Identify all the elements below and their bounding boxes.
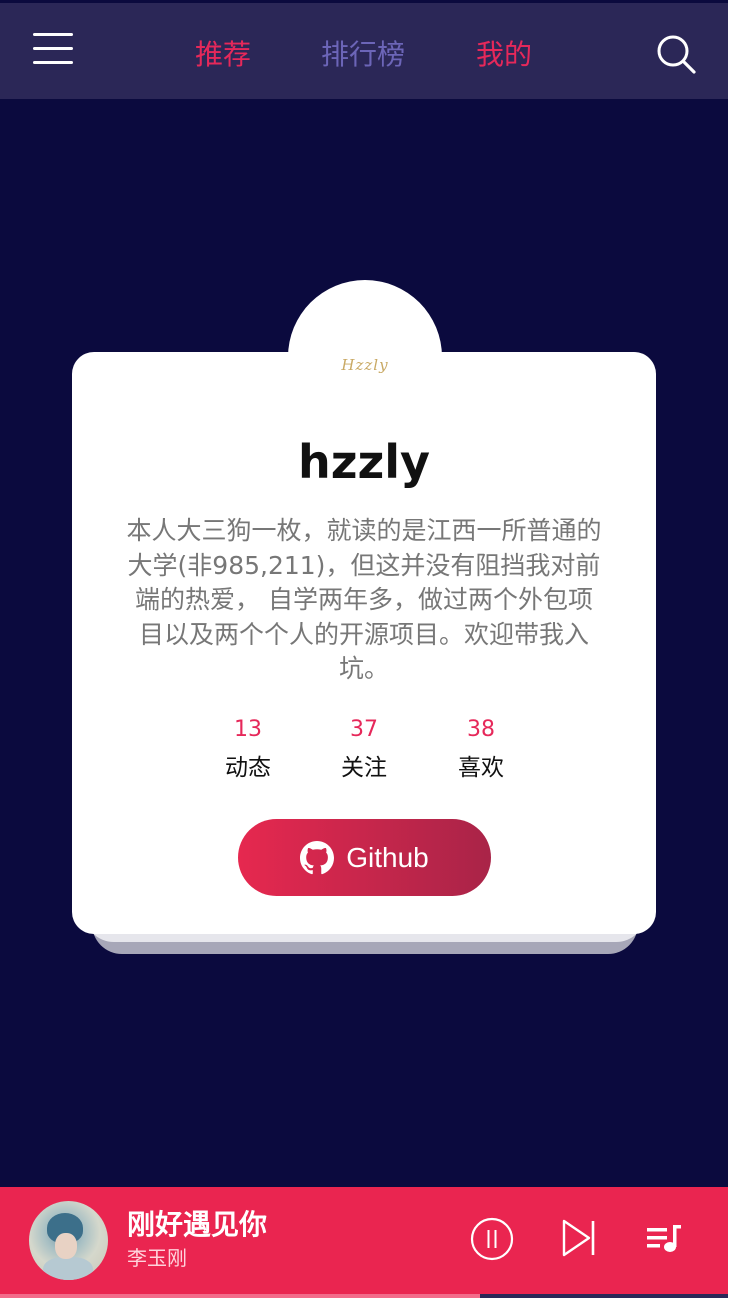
pause-icon[interactable]	[470, 1217, 514, 1261]
stat-likes[interactable]: 38 喜欢	[431, 716, 531, 784]
stat-posts-count: 13	[234, 717, 262, 742]
song-title: 刚好遇见你	[127, 1208, 268, 1241]
app-root: 推荐 排行榜 我的 Hzzly hzzly 本人大三狗一枚，就读的是江西一所普通…	[0, 0, 728, 1298]
hamburger-menu-icon[interactable]	[30, 31, 76, 67]
stat-likes-label: 喜欢	[458, 755, 504, 781]
playback-progress-bar[interactable]	[0, 1294, 728, 1298]
github-icon	[300, 840, 335, 874]
tab-rankings[interactable]: 排行榜	[321, 35, 405, 75]
stat-likes-count: 38	[467, 717, 495, 742]
song-artist: 李玉刚	[127, 1246, 187, 1270]
search-icon[interactable]	[655, 33, 697, 75]
stat-following-count: 37	[350, 717, 378, 742]
tab-recommend[interactable]: 推荐	[195, 35, 251, 75]
avatar-logo: Hzzly	[341, 356, 389, 374]
github-button-label: Github	[346, 841, 429, 873]
playback-progress-fill	[0, 1294, 481, 1298]
stat-following-label: 关注	[341, 755, 387, 781]
album-cover[interactable]	[29, 1201, 108, 1280]
tab-mine[interactable]: 我的	[476, 35, 532, 75]
playlist-icon[interactable]	[645, 1223, 683, 1253]
stat-following[interactable]: 37 关注	[314, 716, 414, 784]
profile-bio: 本人大三狗一枚，就读的是江西一所普通的大学(非985,211)，但这并没有阻挡我…	[126, 516, 602, 683]
github-button[interactable]: Github	[238, 819, 491, 896]
stat-posts[interactable]: 13 动态	[198, 716, 298, 784]
profile-username: hzzly	[297, 435, 431, 489]
stat-posts-label: 动态	[225, 755, 271, 781]
mini-player-bar[interactable]: 刚好遇见你 李玉刚	[0, 1187, 728, 1298]
top-nav-bar: 推荐 排行榜 我的	[0, 3, 728, 99]
next-track-icon[interactable]	[561, 1218, 597, 1258]
